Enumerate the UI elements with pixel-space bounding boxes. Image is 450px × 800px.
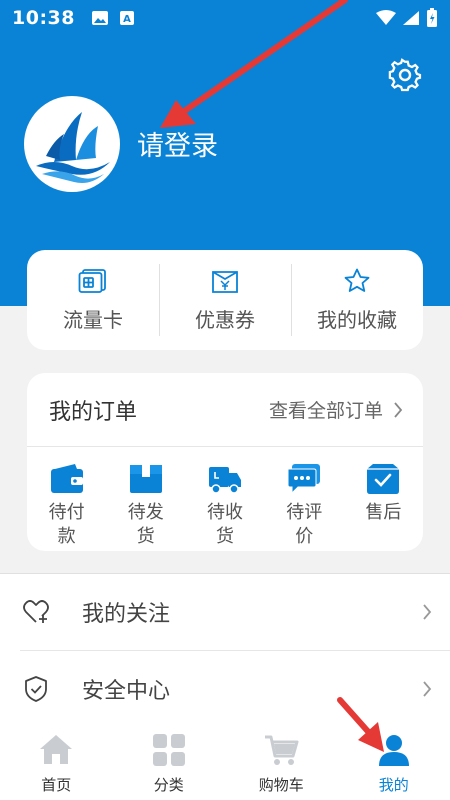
quick-item-data-card[interactable]: 流量卡 [27, 250, 159, 350]
tab-categories[interactable]: 分类 [113, 718, 226, 800]
orders-header: 我的订单 查看全部订单 [27, 373, 423, 447]
menu-item-label: 安全中心 [82, 678, 171, 704]
order-status-label: 待发货 [127, 502, 164, 547]
quick-item-label: 我的收藏 [317, 307, 397, 332]
text-notification-icon: A [119, 11, 134, 25]
tab-label: 首页 [41, 776, 72, 794]
wifi-icon [376, 10, 396, 25]
orders-title: 我的订单 [49, 399, 138, 425]
wallet-icon [50, 464, 83, 493]
quick-actions-card: 流量卡 优惠券 我的收藏 [27, 250, 423, 350]
after-sale-icon [367, 464, 400, 494]
menu-item-security[interactable]: 安全中心 [20, 650, 450, 726]
quick-item-label: 流量卡 [63, 307, 123, 332]
orders-card: 我的订单 查看全部订单 待付款 待发货 待收货 待评价 售后 [27, 373, 423, 551]
menu-list: 我的关注 安全中心 [0, 573, 450, 718]
view-all-orders-label: 查看全部订单 [268, 400, 383, 422]
quick-item-favorites[interactable]: 我的收藏 [291, 250, 423, 350]
chevron-right-icon [394, 401, 403, 418]
tab-cart[interactable]: 购物车 [225, 718, 338, 800]
order-status-pending-payment[interactable]: 待付款 [27, 463, 106, 547]
tab-profile[interactable]: 我的 [338, 718, 450, 800]
order-status-label: 待评价 [286, 502, 323, 547]
home-icon [40, 735, 73, 764]
coupon-icon [212, 270, 238, 293]
menu-item-label: 我的关注 [82, 602, 171, 627]
order-status-after-sale[interactable]: 售后 [344, 463, 423, 547]
status-time: 10:38 [12, 7, 75, 29]
order-status-label: 待收货 [207, 502, 243, 547]
gear-icon [388, 58, 422, 92]
sailboat-logo-icon [36, 112, 110, 183]
order-status-pending-receipt[interactable]: 待收货 [185, 463, 264, 547]
quick-item-label: 优惠券 [195, 307, 255, 332]
tab-label: 购物车 [258, 776, 304, 794]
menu-item-follows[interactable]: 我的关注 [0, 574, 450, 650]
order-status-pending-review[interactable]: 待评价 [265, 463, 344, 547]
login-prompt[interactable]: 请登录 [137, 124, 218, 163]
settings-button[interactable] [388, 58, 422, 92]
status-bar: 10:38 A [0, 0, 450, 36]
order-status-pending-shipment[interactable]: 待发货 [106, 463, 185, 547]
image-notification-icon [91, 11, 108, 25]
order-status-label: 待付款 [48, 502, 85, 547]
view-all-orders-link[interactable]: 查看全部订单 [269, 396, 403, 423]
chevron-right-icon [423, 604, 432, 620]
battery-icon [427, 8, 437, 27]
tab-label: 我的 [378, 776, 409, 794]
avatar[interactable] [24, 96, 120, 192]
tab-home[interactable]: 首页 [0, 718, 113, 800]
package-icon [129, 465, 162, 493]
truck-icon [209, 467, 241, 494]
user-icon [378, 735, 409, 766]
star-icon [344, 268, 370, 292]
quick-item-coupon[interactable]: 优惠券 [159, 250, 291, 350]
comment-icon [287, 464, 321, 495]
sim-card-icon [78, 268, 106, 293]
chevron-right-icon [423, 680, 432, 697]
cart-icon [265, 735, 299, 765]
order-status-label: 售后 [365, 502, 402, 523]
heart-plus-icon [23, 600, 49, 623]
tab-label: 分类 [153, 776, 184, 794]
signal-icon [403, 11, 419, 25]
grid-icon [152, 734, 185, 766]
bottom-tab-bar: 首页 分类 购物车 我的 [0, 718, 450, 800]
shield-check-icon [25, 675, 47, 702]
svg-text:A: A [123, 14, 131, 25]
